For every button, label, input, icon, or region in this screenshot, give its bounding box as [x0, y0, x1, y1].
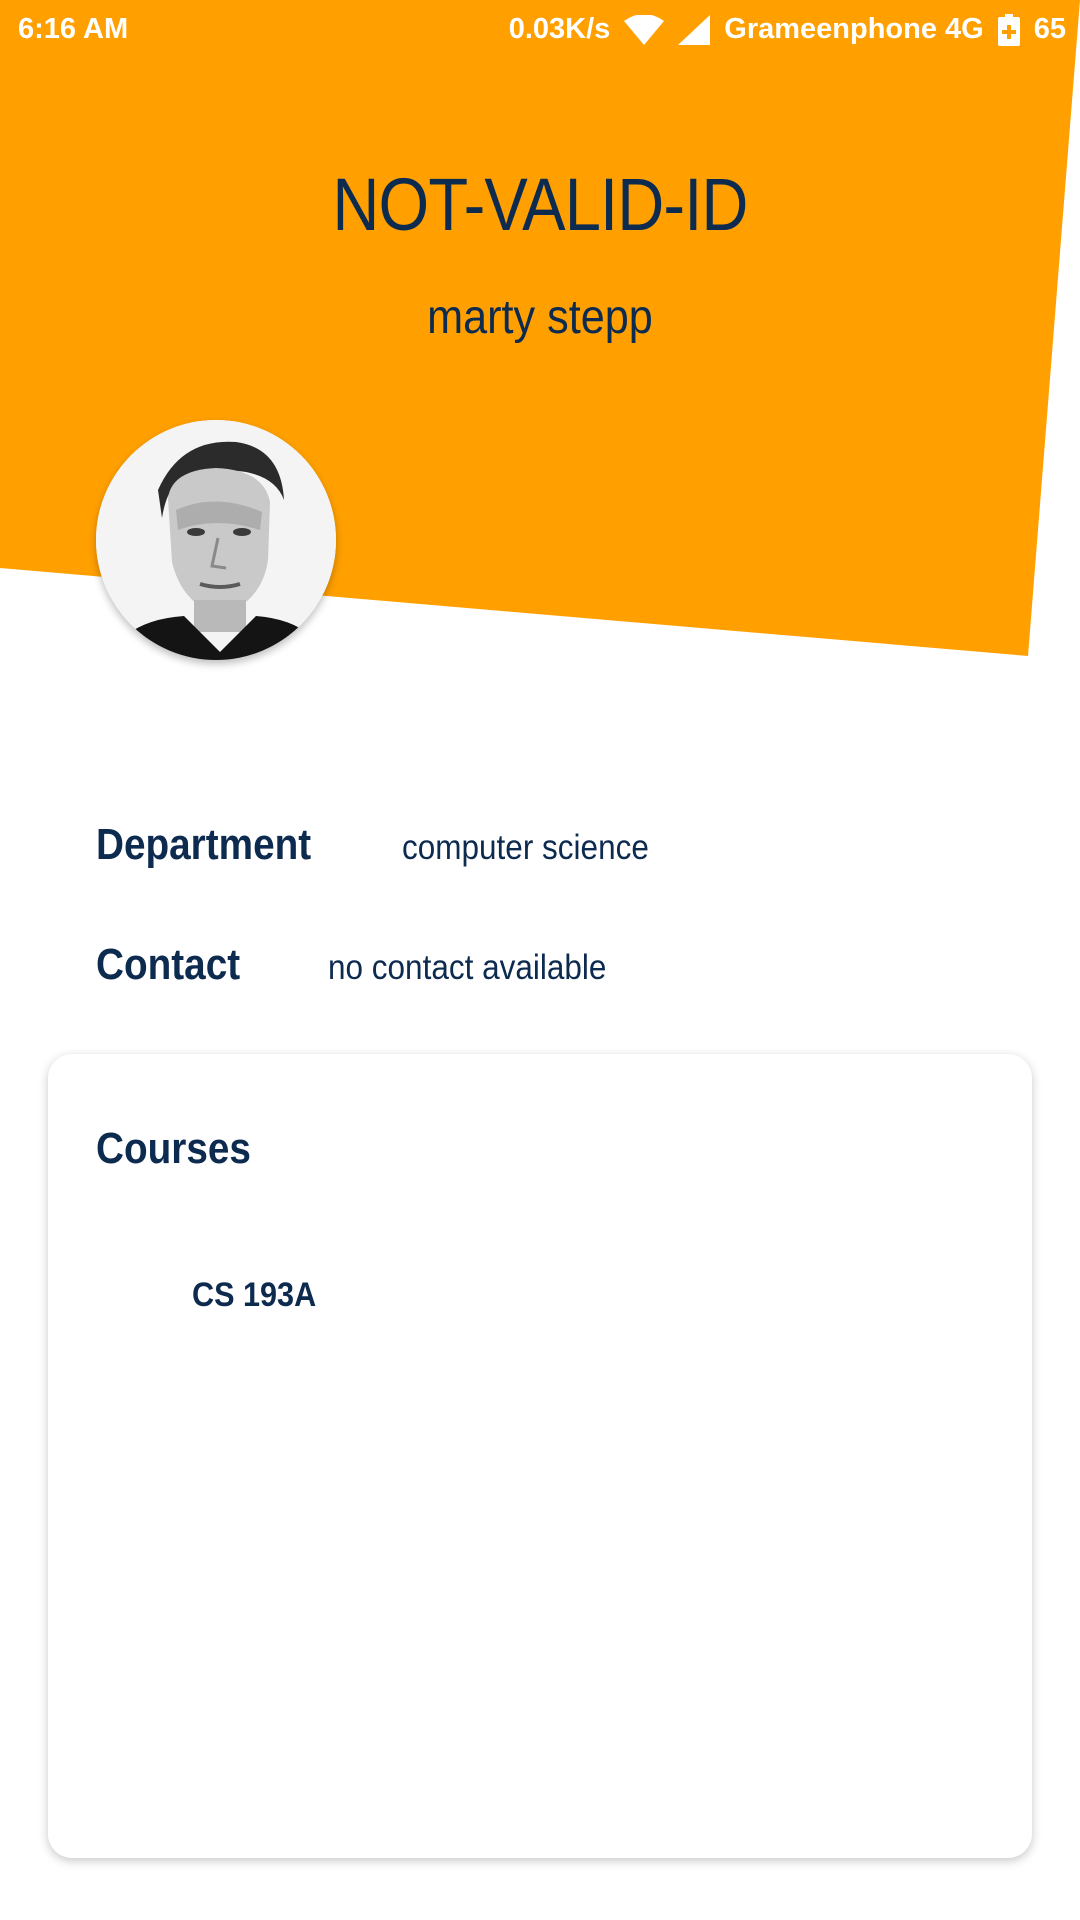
status-time: 6:16 AM — [18, 13, 129, 45]
contact-value: no contact available — [328, 948, 607, 987]
status-indicators: 0.03K/s Grameenphone 4G 65 — [509, 13, 1066, 46]
status-bar: 6:16 AM 0.03K/s Grameenphone 4G 65 — [0, 0, 1080, 62]
network-speed: 0.03K/s — [508, 13, 611, 45]
department-value: computer science — [402, 828, 649, 867]
course-item[interactable]: CS 193A — [192, 1276, 316, 1315]
profile-photo-icon — [96, 420, 336, 660]
contact-label: Contact — [96, 940, 241, 989]
carrier-name: Grameenphone 4G — [724, 13, 984, 45]
id-title: NOT-VALID-ID — [332, 163, 748, 246]
wifi-icon — [624, 14, 665, 45]
battery-charging-icon — [997, 13, 1020, 46]
person-name: marty stepp — [427, 291, 653, 344]
cell-signal-icon — [678, 14, 711, 45]
department-label: Department — [96, 820, 312, 869]
courses-title: Courses — [96, 1124, 251, 1173]
courses-card: Courses CS 193A — [48, 1054, 1032, 1858]
avatar[interactable] — [96, 420, 336, 660]
battery-level: 65 — [1033, 13, 1066, 45]
